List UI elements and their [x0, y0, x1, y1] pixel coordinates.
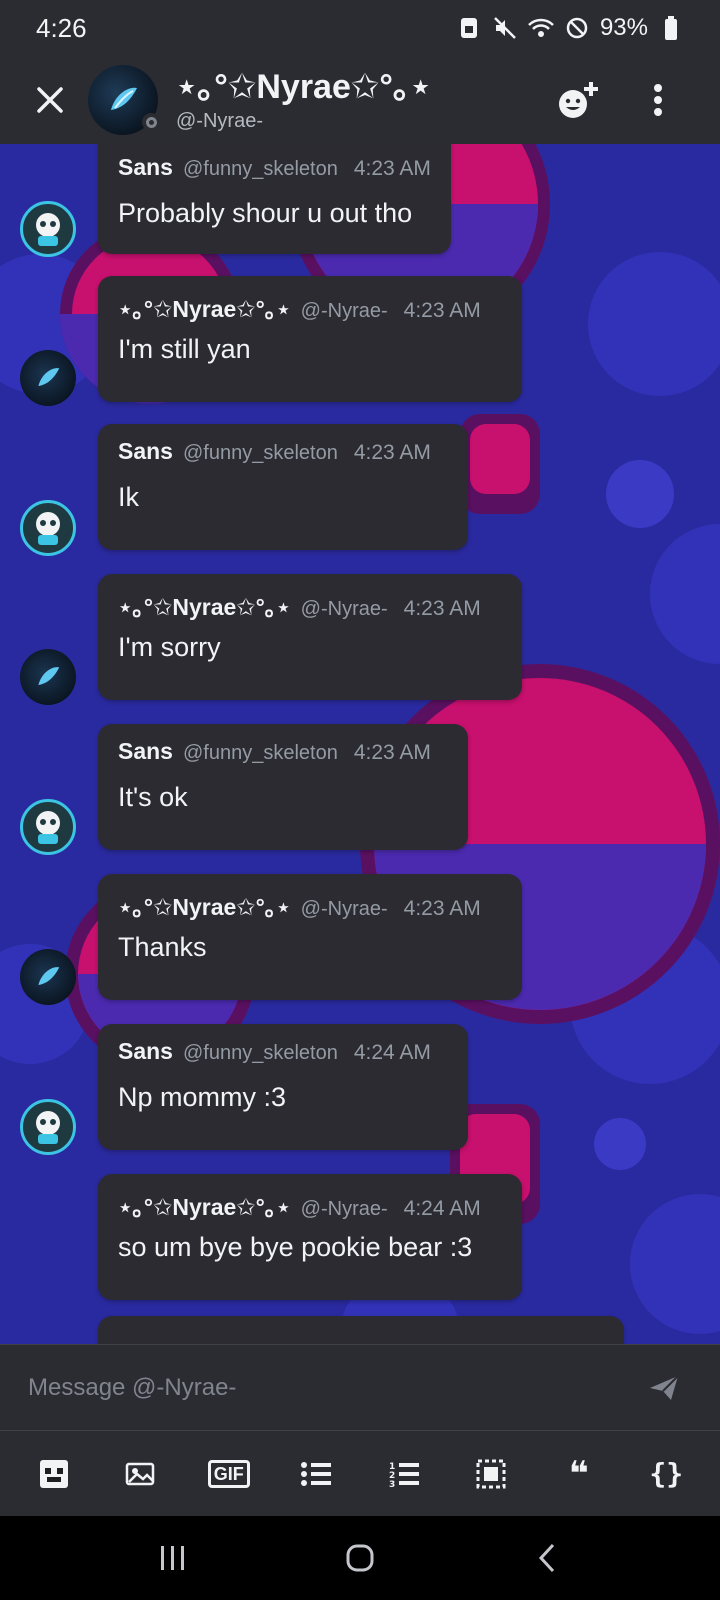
message-bubble[interactable]: ⋆｡°✩Nyrae✩°｡⋆ @-Nyrae- 4:23 AM I'm sorry — [98, 574, 522, 700]
status-time: 4:26 — [36, 12, 87, 43]
conversation-name[interactable]: ⋆｡°✩Nyrae✩°｡⋆ — [176, 68, 431, 106]
message-timestamp: 4:24 AM — [353, 1041, 431, 1064]
message-author[interactable]: ⋆｡°✩Nyrae✩°｡⋆ — [118, 888, 291, 922]
send-button[interactable] — [644, 1368, 684, 1408]
message-handle: @-Nyrae- — [300, 300, 388, 322]
message-composer: Message @-Nyrae- — [0, 1344, 720, 1430]
battery-icon — [658, 15, 684, 41]
message-handle: @funny_skeleton — [182, 442, 338, 464]
numbered-list-icon: 123 — [389, 1462, 419, 1488]
message-timestamp: 4:23 AM — [353, 441, 431, 464]
message-text: I'm still yan — [118, 334, 251, 364]
gif-icon: GIF — [207, 1459, 250, 1488]
message-author[interactable]: ⋆｡°✩Nyrae✩°｡⋆ — [118, 1188, 291, 1222]
nyrae-avatar[interactable] — [20, 949, 76, 1005]
emoji-button[interactable] — [32, 1452, 76, 1496]
nyrae-avatar[interactable] — [20, 649, 76, 705]
emoji-icon — [39, 1459, 68, 1488]
svg-text:3: 3 — [389, 1480, 395, 1488]
message-timestamp: 4:23 AM — [403, 299, 481, 322]
message-handle: @funny_skeleton — [182, 742, 338, 764]
message-author[interactable]: Sans — [118, 154, 173, 181]
message-bubble[interactable]: Sans @funny_skeleton 4:23 AM It's ok — [98, 724, 468, 850]
message-text: I'm sorry — [118, 632, 221, 662]
message-text: It's ok — [118, 782, 188, 812]
quote-button[interactable]: ❝ — [557, 1452, 601, 1496]
spoiler-button[interactable] — [469, 1452, 513, 1496]
add-friend-button[interactable] — [556, 78, 600, 122]
message-text: Probably shour u out tho — [118, 198, 413, 228]
message-timestamp: 4:23 AM — [403, 897, 481, 920]
recent-apps-button[interactable] — [143, 1528, 203, 1588]
message-handle: @funny_skeleton — [182, 1042, 338, 1064]
more-options-button[interactable] — [636, 78, 680, 122]
close-icon — [37, 87, 63, 113]
message-handle: @funny_skeleton — [182, 158, 338, 180]
wifi-icon — [528, 15, 554, 41]
message-bubble[interactable]: ⋆｡°✩Nyrae✩°｡⋆ @-Nyrae- 4:24 AM so um bye b… — [98, 1174, 522, 1300]
message-timestamp: 4:23 AM — [353, 741, 431, 764]
message-list[interactable]: Sans @funny_skeleton 4:23 AM Probably shou… — [0, 144, 720, 1344]
message-timestamp: 4:23 AM — [403, 597, 481, 620]
code-icon: {} — [649, 1457, 684, 1490]
message-handle: @-Nyrae- — [300, 1198, 388, 1220]
message-handle: @-Nyrae- — [300, 598, 388, 620]
quote-icon: ❝ — [568, 1454, 589, 1493]
bulleted-list-icon — [301, 1461, 332, 1486]
image-button[interactable] — [119, 1452, 163, 1496]
close-button[interactable] — [30, 80, 70, 120]
battery-percentage: 93% — [599, 14, 648, 41]
send-icon — [650, 1374, 679, 1400]
message-bubble[interactable]: ⋆｡°✩Nyrae✩°｡⋆ @-Nyrae- 4:23 AM Thanks — [98, 874, 522, 1000]
message-text: Np mommy :3 — [118, 1082, 287, 1112]
message-bubble[interactable]: ⋆｡°✩Nyrae✩°｡⋆ @-Nyrae- 4:23 AM I'm still y… — [98, 276, 522, 402]
message-input[interactable]: Message @-Nyrae- — [28, 1374, 644, 1402]
message-text: Ik — [118, 482, 140, 512]
back-button[interactable] — [517, 1528, 577, 1588]
do-not-disturb-icon — [564, 15, 590, 41]
mute-icon — [492, 15, 518, 41]
message-text: so um bye bye pookie bear :3 — [118, 1232, 473, 1262]
sans-avatar[interactable] — [20, 201, 76, 257]
add-user-icon — [559, 82, 598, 118]
message-timestamp: 4:24 AM — [403, 1197, 481, 1220]
message-author[interactable]: Sans — [118, 738, 173, 765]
message-author[interactable]: ⋆｡°✩Nyrae✩°｡⋆ — [118, 290, 291, 324]
dm-header: ⋆｡°✩Nyrae✩°｡⋆ @-Nyrae- — [0, 56, 720, 144]
message-bubble[interactable] — [98, 1316, 624, 1344]
message-timestamp: 4:23 AM — [353, 157, 431, 180]
message-handle: @-Nyrae- — [300, 898, 388, 920]
home-icon — [346, 1544, 374, 1572]
message-author[interactable]: Sans — [118, 438, 173, 465]
sans-avatar[interactable] — [20, 1099, 76, 1155]
header-avatar[interactable] — [88, 65, 160, 135]
status-bar: 4:26 93% — [0, 0, 720, 56]
system-navigation-bar — [0, 1516, 720, 1600]
spoiler-icon — [476, 1459, 506, 1488]
home-button[interactable] — [330, 1528, 390, 1588]
back-icon — [538, 1543, 554, 1573]
message-bubble[interactable]: Sans @funny_skeleton 4:23 AM Probably shou… — [98, 144, 451, 254]
numbered-list-button[interactable]: 123 — [382, 1452, 426, 1496]
bulleted-list-button[interactable] — [294, 1452, 338, 1496]
message-author[interactable]: ⋆｡°✩Nyrae✩°｡⋆ — [118, 588, 291, 622]
message-text: Thanks — [118, 932, 207, 962]
message-bubble[interactable]: Sans @funny_skeleton 4:24 AM Np mommy :3 — [98, 1024, 468, 1150]
message-bubble[interactable]: Sans @funny_skeleton 4:23 AM Ik — [98, 424, 468, 550]
conversation-handle: @-Nyrae- — [176, 109, 263, 132]
gif-button[interactable]: GIF — [207, 1452, 251, 1496]
message-author[interactable]: Sans — [118, 1038, 173, 1065]
nyrae-avatar[interactable] — [20, 350, 76, 406]
code-block-button[interactable]: {} — [644, 1452, 688, 1496]
recents-icon — [161, 1546, 185, 1570]
offline-status-indicator — [142, 113, 160, 131]
lock-icon — [456, 15, 482, 41]
sans-avatar[interactable] — [20, 799, 76, 855]
formatting-toolbar: GIF 123 ❝ {} — [0, 1430, 720, 1516]
sans-avatar[interactable] — [20, 500, 76, 556]
image-icon — [126, 1462, 155, 1485]
more-vertical-icon — [654, 84, 662, 116]
